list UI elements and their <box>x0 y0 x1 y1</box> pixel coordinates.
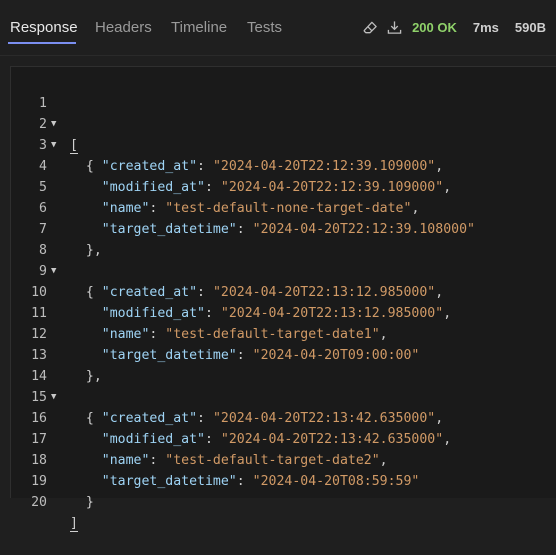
line-number: 20 <box>31 495 47 510</box>
tabs-divider <box>0 55 556 56</box>
response-tabs: Response Headers Timeline Tests 200 OK 7… <box>0 0 556 56</box>
code-text: } <box>70 492 94 513</box>
code-line: 19 } <box>11 450 556 510</box>
code-line: 8 ▼ { <box>11 219 556 300</box>
download-icon[interactable] <box>386 19 402 35</box>
response-status-bar: 200 OK 7ms 590B <box>362 19 546 35</box>
response-body-editor[interactable]: 1 ▼ [ 2 ▼ { 3 "created_at": "2024-04-20T… <box>10 66 556 532</box>
tab-response[interactable]: Response <box>10 19 78 36</box>
close-brace: } <box>85 495 94 510</box>
close-bracket: ] <box>70 516 78 532</box>
response-size: 590B <box>514 19 546 35</box>
code-line: 2 ▼ { <box>11 93 556 174</box>
active-tab-indicator <box>8 42 76 44</box>
code-line: 5 "name": "test-default-none-target-date… <box>11 156 556 216</box>
tab-tests[interactable]: Tests <box>247 19 282 36</box>
code-text: ] <box>70 513 78 534</box>
code-line: 12 "target_datetime": "2024-04-20T09:00:… <box>11 303 556 363</box>
code-line: 14 ▼ { <box>11 345 556 426</box>
code-line: 11 "name": "test-default-target-date1", <box>11 282 556 342</box>
code-line: 20 ] <box>11 471 556 532</box>
code-line: 9 "created_at": "2024-04-20T22:13:12.985… <box>11 240 556 300</box>
code-line: 16 "modified_at": "2024-04-20T22:13:42.6… <box>11 387 556 447</box>
status-badge: 200 OK <box>412 19 457 35</box>
response-time: 7ms <box>472 19 499 35</box>
code-line: 18 "target_datetime": "2024-04-20T08:59:… <box>11 429 556 489</box>
code-line: 3 "created_at": "2024-04-20T22:12:39.109… <box>11 114 556 174</box>
tab-headers[interactable]: Headers <box>95 19 152 36</box>
code-line: 10 "modified_at": "2024-04-20T22:13:12.9… <box>11 261 556 321</box>
code-line: 13 }, <box>11 324 556 384</box>
eraser-icon[interactable] <box>362 19 378 35</box>
code-line: 17 "name": "test-default-target-date2", <box>11 408 556 468</box>
code-line: 15 "created_at": "2024-04-20T22:13:42.63… <box>11 366 556 426</box>
code-line: 7 }, <box>11 198 556 258</box>
code-line: 6 "target_datetime": "2024-04-20T22:12:3… <box>11 177 556 237</box>
code-line: 4 "modified_at": "2024-04-20T22:12:39.10… <box>11 135 556 195</box>
code-line: 1 ▼ [ <box>11 72 556 154</box>
tab-timeline[interactable]: Timeline <box>171 19 227 36</box>
